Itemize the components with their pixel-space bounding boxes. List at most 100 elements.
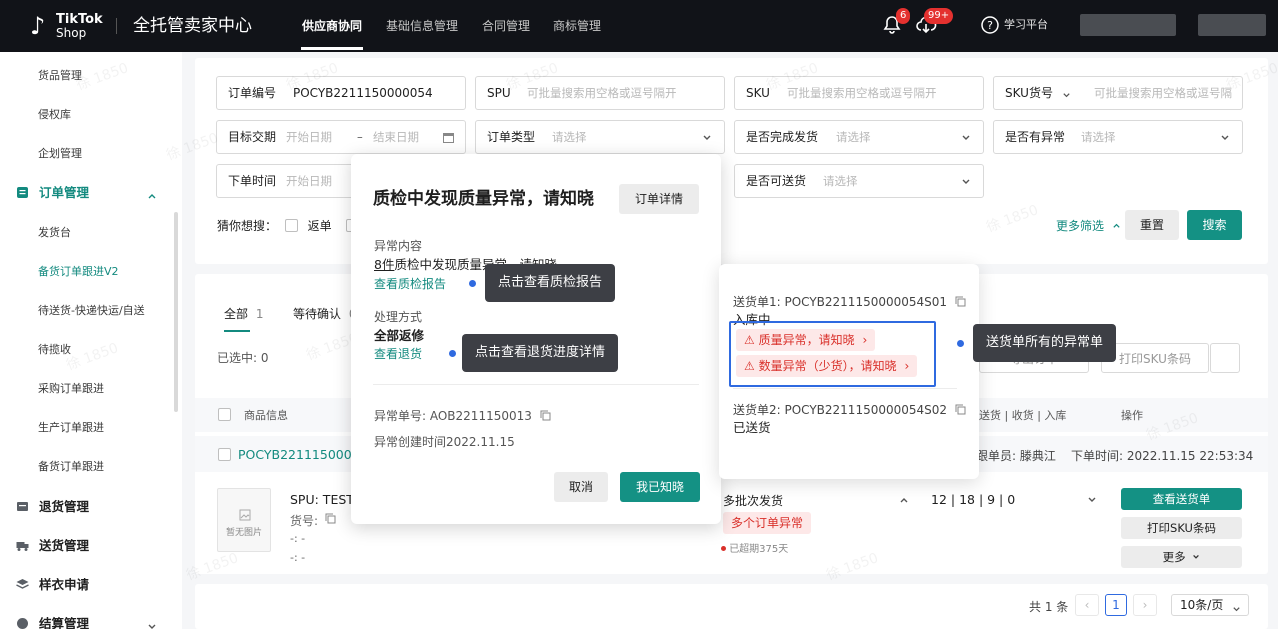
view-return-link[interactable]: 查看退货: [374, 346, 422, 362]
target-date-range[interactable]: 目标交期 开始日期 – 结束日期: [216, 120, 466, 154]
sidebar-item-pending-delivery[interactable]: 待送货-快递快运/自送: [38, 303, 145, 319]
select-all-checkbox[interactable]: [218, 408, 231, 421]
view-delivery-button[interactable]: 查看送货单: [1121, 488, 1242, 510]
page-current[interactable]: 1: [1105, 594, 1127, 616]
sidebar-item-goods[interactable]: 货品管理: [38, 68, 82, 84]
handling-label: 处理方式: [374, 310, 423, 324]
cancel-button[interactable]: 取消: [554, 472, 608, 502]
sidebar-scrollbar[interactable]: [174, 212, 178, 412]
ship-done-placeholder: 请选择: [836, 130, 871, 144]
tab-all[interactable]: 全部 1: [224, 306, 263, 322]
prev-page-icon[interactable]: ‹: [1075, 594, 1099, 616]
view-qc-report-link[interactable]: 查看质检报告: [374, 276, 446, 292]
sidebar-group-orders[interactable]: 订单管理: [16, 184, 89, 202]
can-ship-label: 是否可送货: [746, 174, 807, 188]
tiktok-note-icon: ♪: [30, 12, 46, 40]
notification-badge: 6: [896, 8, 911, 24]
sidebar-item-pending-pickup[interactable]: 待揽收: [38, 342, 71, 358]
order-no-label: 订单编号: [228, 86, 277, 100]
copy-icon[interactable]: [955, 295, 966, 307]
tab-all-label: 全部: [224, 307, 249, 321]
more-actions-button[interactable]: 更多: [1121, 546, 1242, 568]
layers-icon: [16, 578, 29, 591]
guess-checkbox[interactable]: [284, 219, 298, 232]
multi-exception-tag[interactable]: 多个订单异常: [723, 512, 812, 534]
chevron-down-icon[interactable]: [147, 621, 157, 629]
annotation-dot: [957, 340, 964, 347]
print-sku-button[interactable]: 打印SKU条码: [1121, 517, 1242, 539]
next-page-icon[interactable]: ›: [1133, 594, 1157, 616]
nav-contract[interactable]: 合同管理: [482, 17, 530, 35]
can-ship-select[interactable]: 是否可送货 请选择: [734, 164, 984, 198]
user-avatar-blurred[interactable]: [1198, 14, 1266, 36]
acknowledge-button[interactable]: 我已知晓: [620, 472, 700, 502]
exception-count: 8件: [374, 257, 395, 272]
quality-exception-tag[interactable]: ⚠ 质量异常，请知晓 ›: [736, 329, 876, 351]
sidebar-group-orders-label: 订单管理: [39, 185, 90, 200]
ship-done-label: 是否完成发货: [746, 130, 819, 144]
sidebar-item-planning[interactable]: 企划管理: [38, 146, 82, 162]
search-button[interactable]: 搜索: [1187, 210, 1242, 240]
sidebar-group-sample[interactable]: 样衣申请: [16, 576, 89, 594]
chevron-up-icon[interactable]: [147, 190, 157, 200]
delivery1-number: 送货单1: POCYB2211150000054S01: [733, 294, 966, 310]
svg-text:?: ?: [987, 19, 993, 32]
tab-all-count: 1: [255, 307, 264, 321]
ship-done-select[interactable]: 是否完成发货 请选择: [734, 120, 984, 154]
copy-icon[interactable]: [540, 409, 551, 421]
chevron-down-icon[interactable]: [1087, 494, 1097, 504]
order-checkbox[interactable]: [218, 448, 231, 461]
chevron-down-icon: [1062, 89, 1071, 98]
sidebar-item-stock-order-v2[interactable]: 备货订单跟进V2: [38, 264, 119, 280]
download-badge: 99+: [924, 8, 954, 24]
user-account-blurred[interactable]: [1080, 14, 1176, 36]
nav-basic-info[interactable]: 基础信息管理: [386, 17, 458, 35]
can-ship-placeholder: 请选择: [823, 174, 858, 188]
exception-created-time: 异常创建时间2022.11.15: [374, 435, 515, 449]
tiktok-shop-logo[interactable]: ♪ TikTok Shop: [30, 10, 110, 42]
help-circle-icon[interactable]: ?: [980, 15, 1000, 35]
copy-icon[interactable]: [325, 513, 336, 524]
annotation-dot: [449, 350, 456, 357]
exception-content-label: 异常内容: [374, 239, 423, 253]
print-dropdown-button[interactable]: [1210, 343, 1240, 373]
sidebar-item-shipping-desk[interactable]: 发货台: [38, 225, 71, 241]
sidebar-group-settlement[interactable]: 结算管理: [16, 615, 89, 629]
order-type-select[interactable]: 订单类型 请选择: [475, 120, 725, 154]
sku-no-field[interactable]: SKU货号 可批量搜索用空格或逗号隔: [993, 76, 1243, 110]
truck-icon: [16, 539, 29, 552]
batch-print-sku-button[interactable]: 打印SKU条码: [1101, 343, 1209, 373]
sidebar-item-purchase-order[interactable]: 采购订单跟进: [38, 381, 104, 397]
more-filters-toggle[interactable]: 更多筛选: [1056, 218, 1121, 234]
delivery1-text: 送货单1: POCYB2211150000054S01: [733, 295, 948, 309]
sku-field[interactable]: SKU 可批量搜索用空格或逗号隔开: [734, 76, 984, 110]
sidebar-item-stock-order[interactable]: 备货订单跟进: [38, 459, 104, 475]
nav-trademark[interactable]: 商标管理: [553, 17, 601, 35]
product-spu: SPU: TEST: [290, 492, 354, 507]
tab-waiting-confirm[interactable]: 等待确认 0: [293, 306, 356, 322]
quantity-exception-tag[interactable]: ⚠ 数量异常（少货），请知晓 ›: [736, 355, 918, 377]
sidebar-group-delivery[interactable]: 送货管理: [16, 537, 89, 555]
chevron-down-icon: [961, 176, 971, 186]
reset-button[interactable]: 重置: [1125, 210, 1179, 240]
spu-field[interactable]: SPU 可批量搜索用空格或逗号隔开: [475, 76, 725, 110]
return-box-icon: [16, 500, 29, 513]
chevron-up-icon[interactable]: [899, 494, 909, 504]
chevron-down-icon: [961, 132, 971, 142]
page-size-select[interactable]: 10条/页: [1171, 594, 1249, 616]
product-attr-1: -: -: [290, 532, 306, 545]
learning-platform-link[interactable]: 学习平台: [1004, 17, 1048, 33]
order-time-label: 下单时间: [228, 174, 277, 188]
copy-icon[interactable]: [955, 403, 966, 415]
sidebar-item-infringement[interactable]: 侵权库: [38, 107, 71, 123]
sidebar-item-production-order[interactable]: 生产订单跟进: [38, 420, 104, 436]
order-no-field[interactable]: 订单编号 POCYB2211150000054: [216, 76, 466, 110]
product-image-placeholder: 暂无图片: [217, 488, 271, 552]
sidebar-group-returns[interactable]: 退货管理: [16, 498, 89, 516]
modal-divider: [373, 384, 699, 385]
has-exception-select[interactable]: 是否有异常 请选择: [993, 120, 1243, 154]
total-count: 共 1 条: [1029, 600, 1069, 614]
nav-supplier-collab[interactable]: 供应商协同: [302, 17, 362, 35]
product-item-no-label: 货号:: [290, 514, 319, 528]
order-detail-button[interactable]: 订单详情: [619, 184, 699, 214]
